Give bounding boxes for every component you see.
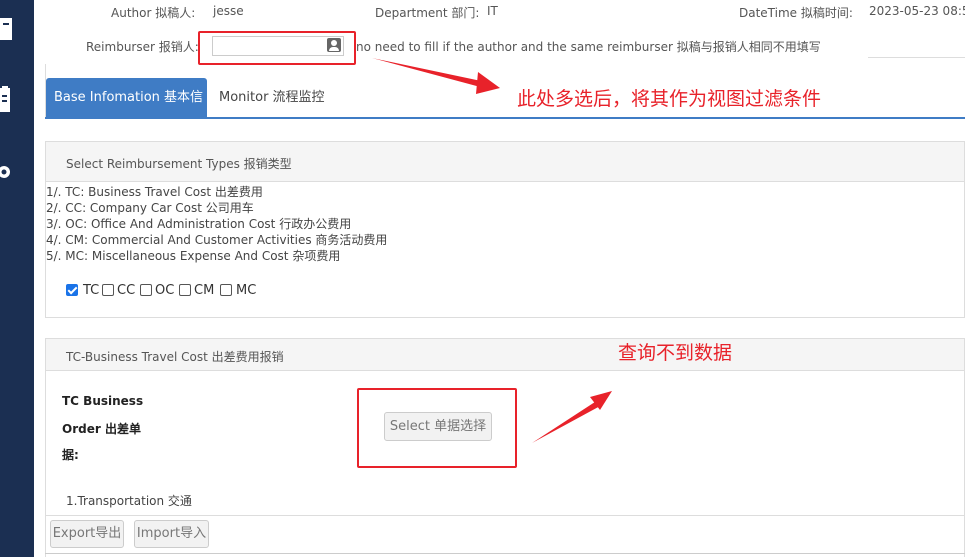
arrow-bottom xyxy=(532,391,612,443)
annotation-arrows xyxy=(372,58,612,443)
arrow-top xyxy=(372,58,500,94)
